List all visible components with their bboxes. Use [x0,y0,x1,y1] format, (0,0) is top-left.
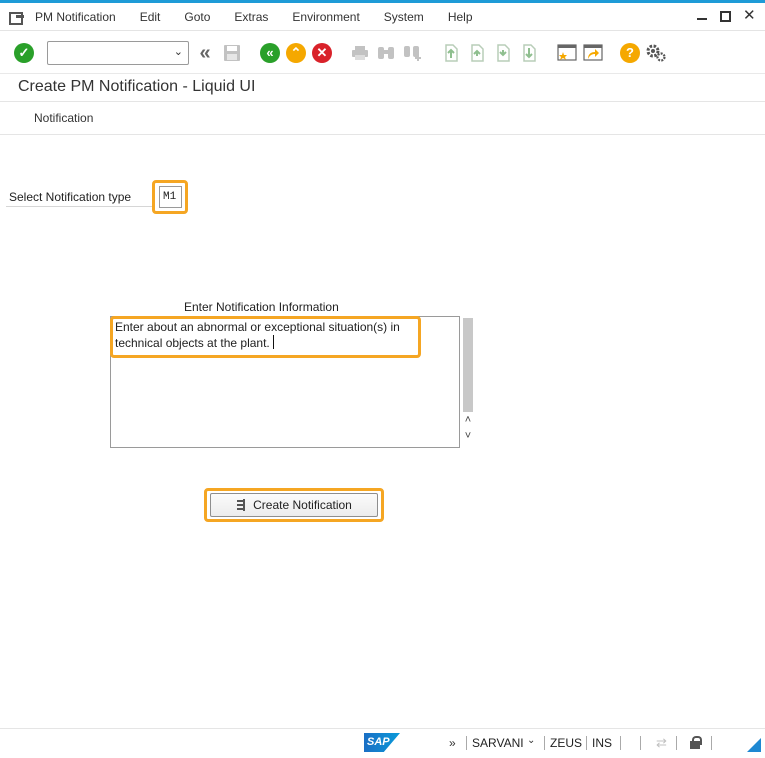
menu-system[interactable]: System [384,10,424,24]
menu-toggle-icon[interactable] [9,11,25,25]
minimize-icon[interactable] [696,10,708,22]
menu-extras[interactable]: Extras [234,10,268,24]
cancel-x-icon: ✕ [312,43,332,63]
user-dropdown-icon[interactable]: ⌄ [527,735,535,746]
connection-icon: ⇄ [656,735,667,750]
standard-toolbar: ✓ ⌄ « « ⌃ ✕ ? [0,32,765,74]
exit-button[interactable]: ⌃ [285,42,307,64]
gear-icon [646,44,666,62]
menu-goto[interactable]: Goto [184,10,210,24]
status-separator [640,736,641,750]
save-icon [224,45,240,61]
notification-info-text[interactable]: Enter about an abnormal or exceptional s… [115,320,415,351]
enter-button[interactable]: ✓ [13,42,35,64]
back-button[interactable]: « [259,42,281,64]
create-session-button[interactable] [556,42,578,64]
menu-environment[interactable]: Environment [292,10,359,24]
create-notification-button[interactable]: Create Notification [210,493,378,517]
save-button[interactable] [221,42,243,64]
find-next-button[interactable] [401,42,423,64]
scroll-down-icon[interactable]: ˅ [461,430,475,442]
notification-type-label: Select Notification type [9,190,132,204]
exit-up-icon: ⌃ [286,43,306,63]
status-separator [620,736,621,750]
sap-logo: SAP [364,733,400,752]
create-notification-label: Create Notification [253,498,352,512]
menubar: PM Notification Edit Goto Extras Environ… [0,3,765,31]
next-page-button[interactable] [492,42,514,64]
menu-pm-notification[interactable]: PM Notification [35,10,116,24]
page-title: Create PM Notification - Liquid UI [18,78,256,95]
notification-toolbar-button[interactable]: Notification [34,111,93,125]
new-session-icon [557,44,577,61]
scroll-up-icon[interactable]: ˄ [461,414,475,426]
lock-icon[interactable] [689,736,702,749]
previous-page-icon [471,44,484,62]
shortcut-button[interactable] [582,42,604,64]
status-separator [676,736,677,750]
chevron-down-icon[interactable]: ⌄ [174,45,183,58]
create-notification-icon [236,499,248,511]
first-page-icon [445,44,458,62]
status-separator [544,736,545,750]
first-page-button[interactable] [440,42,462,64]
maximize-icon[interactable] [720,10,731,22]
status-expand-icon[interactable]: » [449,736,456,750]
status-separator [711,736,712,750]
label-underline [6,206,152,207]
last-page-button[interactable] [518,42,540,64]
status-separator [586,736,587,750]
checkmark-icon: ✓ [14,43,34,63]
status-user: SARVANI [472,736,524,750]
double-chevron-left-icon: « [199,41,211,64]
notification-info-value: Enter about an abnormal or exceptional s… [115,320,400,350]
find-button[interactable] [375,42,397,64]
resize-grip-icon[interactable] [747,738,761,752]
customize-layout-button[interactable] [645,42,667,64]
print-icon [352,46,368,60]
shortcut-icon [583,44,603,61]
cancel-button[interactable]: ✕ [311,42,333,64]
status-bar: SAP » SARVANI ⌄ ZEUS INS ⇄ [0,728,765,758]
help-button[interactable]: ? [619,42,641,64]
application-toolbar: Notification [0,102,765,135]
next-page-icon [497,44,510,62]
binoculars-plus-icon [404,46,421,61]
menu-edit[interactable]: Edit [140,10,161,24]
print-button[interactable] [349,42,371,64]
close-window-icon[interactable]: ✕ [743,8,756,23]
textarea-scrollbar[interactable] [463,318,473,412]
status-system: ZEUS [550,736,583,750]
last-page-icon [523,44,536,62]
status-insert-mode[interactable]: INS [592,736,612,750]
title-bar: Create PM Notification - Liquid UI [0,75,765,102]
notification-type-input[interactable]: M1 [159,186,182,208]
menu-help[interactable]: Help [448,10,473,24]
status-separator [466,736,467,750]
command-field[interactable]: ⌄ [47,41,189,65]
text-cursor [272,335,274,349]
previous-page-button[interactable] [466,42,488,64]
notification-info-label: Enter Notification Information [184,300,339,314]
history-back-button[interactable]: « [194,42,216,64]
help-question-icon: ? [620,43,640,63]
back-icon: « [260,43,280,63]
binoculars-icon [378,47,394,59]
window-controls: ✕ [696,8,756,23]
